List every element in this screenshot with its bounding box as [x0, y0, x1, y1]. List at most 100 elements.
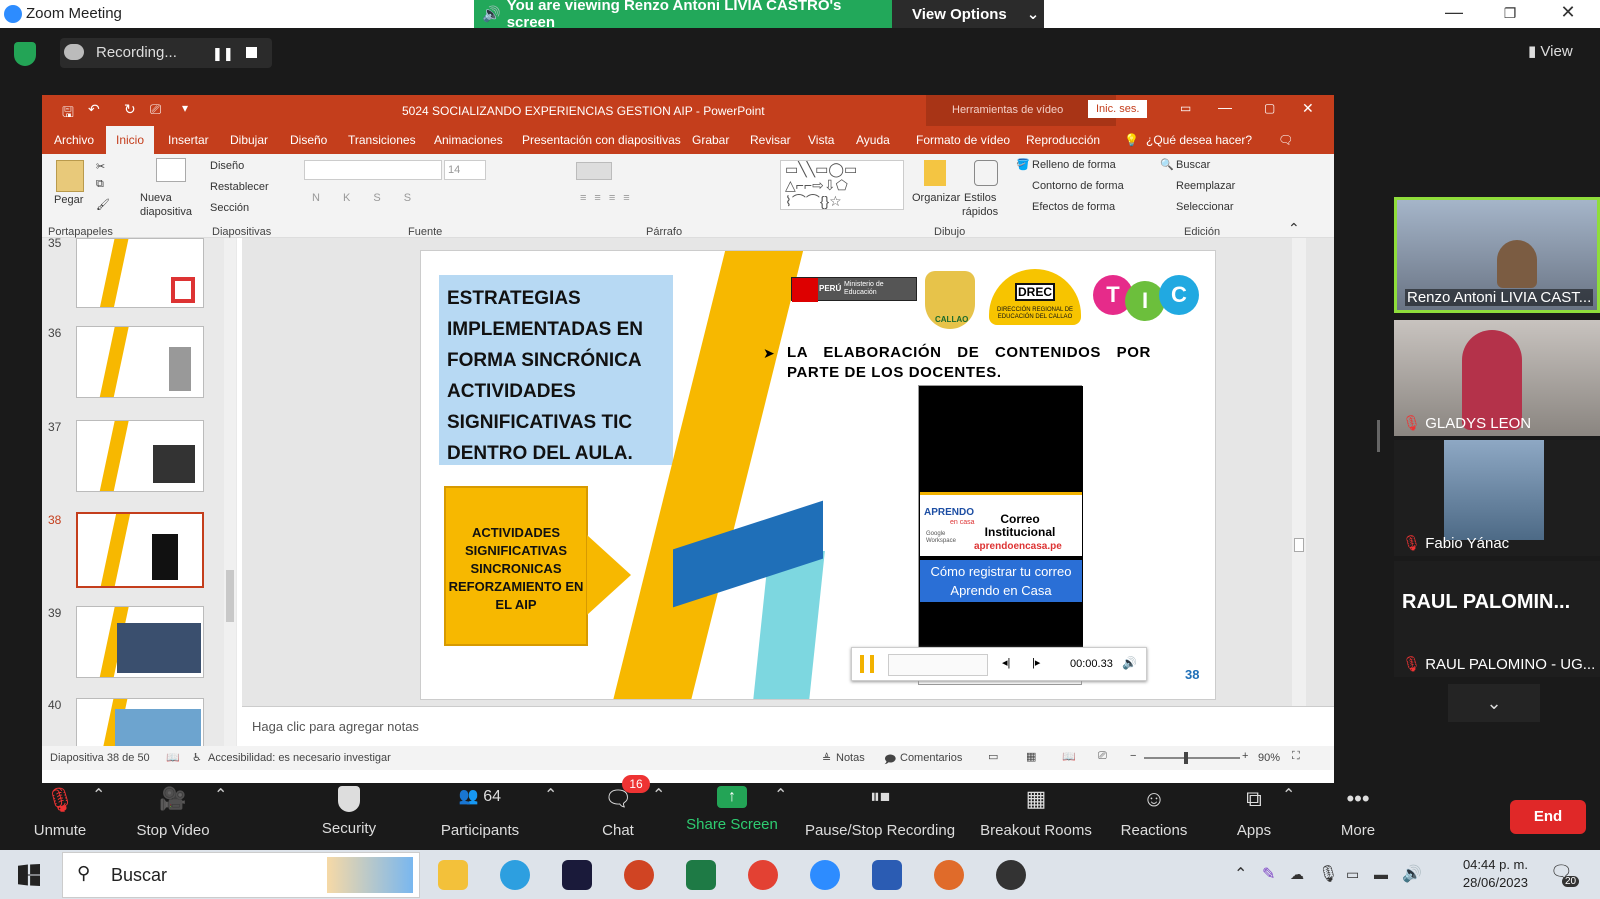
- participant-tile[interactable]: 🎙 Fabio Yánac: [1394, 440, 1600, 556]
- tab-grabar[interactable]: Grabar: [692, 133, 729, 147]
- participant-tile[interactable]: RAUL PALOMIN... 🎙 RAUL PALOMINO - UG...: [1394, 561, 1600, 677]
- signin-button[interactable]: Inic. ses.: [1088, 100, 1148, 118]
- save-icon[interactable]: 🖫: [62, 102, 74, 126]
- undo-icon[interactable]: ↶: [88, 101, 100, 118]
- quick-styles-label-2[interactable]: rápidos: [962, 206, 998, 218]
- slide-thumbnail-36[interactable]: [76, 326, 204, 398]
- find-button[interactable]: Buscar: [1176, 159, 1210, 171]
- pause-recording-icon[interactable]: ❚❚: [212, 46, 234, 62]
- tab-vista[interactable]: Vista: [808, 133, 834, 147]
- reading-view-icon[interactable]: 📖: [1062, 750, 1076, 763]
- apps-options-icon[interactable]: ⌃: [1282, 785, 1295, 805]
- redo-icon[interactable]: ↻: [124, 101, 136, 118]
- scroll-down-button[interactable]: ⌄: [1448, 684, 1540, 722]
- paste-icon[interactable]: [56, 160, 84, 192]
- encryption-shield-icon[interactable]: [14, 42, 36, 66]
- pause-icon[interactable]: [860, 655, 874, 673]
- breakout-rooms-button[interactable]: ▦ Breakout Rooms: [970, 786, 1102, 839]
- quick-styles-icon[interactable]: [974, 160, 998, 186]
- webex-icon[interactable]: [562, 860, 592, 890]
- normal-view-icon[interactable]: ▭: [988, 750, 998, 763]
- align-icons[interactable]: ≡≡≡≡: [580, 192, 638, 204]
- video-progress-bar[interactable]: [888, 654, 988, 676]
- close-icon[interactable]: ✕: [1548, 2, 1588, 26]
- video-options-icon[interactable]: ⌃: [214, 785, 227, 805]
- tab-transiciones[interactable]: Transiciones: [348, 133, 416, 147]
- pause-stop-recording-button[interactable]: ⏸⏹ Pause/Stop Recording: [800, 786, 960, 839]
- layout-button[interactable]: Diseño: [210, 160, 244, 172]
- comments-icon[interactable]: 🗨: [1278, 133, 1293, 147]
- slideshow-view-icon[interactable]: ⎚: [1098, 750, 1107, 763]
- tab-ayuda[interactable]: Ayuda: [856, 133, 890, 147]
- end-meeting-button[interactable]: End: [1510, 800, 1586, 834]
- network-icon[interactable]: ▭: [1346, 866, 1359, 883]
- copy-icon[interactable]: ⧉: [96, 178, 104, 191]
- fit-slide-icon[interactable]: ⛶: [1292, 750, 1300, 763]
- panel-resize-handle[interactable]: [1377, 420, 1380, 452]
- tab-reproduccion[interactable]: Reproducción: [1026, 133, 1100, 147]
- edge-icon[interactable]: [500, 860, 530, 890]
- powerpoint-taskbar-icon[interactable]: [624, 860, 654, 890]
- tab-animaciones[interactable]: Animaciones: [434, 133, 503, 147]
- accessibility-status[interactable]: Accesibilidad: es necesario investigar: [208, 752, 391, 764]
- bullets-icon[interactable]: [576, 162, 612, 180]
- restore-icon[interactable]: ❐: [1490, 5, 1530, 29]
- canvas-scrollbar[interactable]: [1292, 238, 1306, 706]
- ppt-close-icon[interactable]: ✕: [1302, 100, 1314, 117]
- chat-options-icon[interactable]: ⌃: [652, 785, 665, 805]
- new-slide-icon[interactable]: [156, 158, 186, 182]
- tab-insertar[interactable]: Insertar: [168, 133, 209, 147]
- participant-tile[interactable]: Renzo Antoni LIVIA CAST...: [1394, 197, 1600, 313]
- tab-formato-video[interactable]: Formato de vídeo: [916, 133, 1010, 147]
- zoom-slider[interactable]: [1144, 752, 1240, 764]
- minimize-icon[interactable]: —: [1434, 2, 1474, 26]
- shape-outline-button[interactable]: Contorno de forma: [1032, 180, 1124, 192]
- slide-thumbnail-38[interactable]: [76, 512, 204, 588]
- shape-effects-button[interactable]: Efectos de forma: [1032, 201, 1115, 213]
- arrange-label[interactable]: Organizar: [912, 192, 960, 204]
- notes-button[interactable]: Notas: [836, 752, 865, 764]
- stop-recording-icon[interactable]: [246, 47, 257, 58]
- replace-button[interactable]: Reemplazar: [1176, 180, 1235, 192]
- section-button[interactable]: Sección: [210, 202, 249, 214]
- thumbs-scrollbar[interactable]: [224, 238, 236, 761]
- share-options-icon[interactable]: ⌃: [774, 785, 787, 805]
- apps-button[interactable]: ⧉ Apps: [1194, 786, 1314, 839]
- zoom-out-icon[interactable]: −: [1130, 750, 1136, 762]
- quick-styles-label[interactable]: Estilos: [964, 192, 996, 204]
- current-slide[interactable]: ESTRATEGIAS IMPLEMENTADAS EN FORMA SINCR…: [420, 250, 1216, 700]
- slide-thumbnail-35[interactable]: [76, 238, 204, 308]
- ppt-restore-icon[interactable]: ▢: [1264, 101, 1275, 115]
- zoom-taskbar-icon[interactable]: [810, 860, 840, 890]
- chrome-icon[interactable]: [748, 860, 778, 890]
- app-icon-fox[interactable]: [934, 860, 964, 890]
- sorter-view-icon[interactable]: ▦: [1026, 750, 1036, 763]
- battery-icon[interactable]: ▬: [1374, 866, 1388, 882]
- font-size-input[interactable]: 14: [444, 160, 486, 180]
- ppt-minimize-icon[interactable]: —: [1218, 99, 1232, 115]
- media-player-icon[interactable]: [996, 860, 1026, 890]
- onedrive-icon[interactable]: ☁: [1290, 866, 1304, 883]
- tab-dibujar[interactable]: Dibujar: [230, 133, 268, 147]
- spellcheck-icon[interactable]: 📖: [166, 751, 180, 764]
- audio-options-icon[interactable]: ⌃: [92, 785, 105, 805]
- security-button[interactable]: Security: [289, 786, 409, 837]
- select-button[interactable]: Seleccionar: [1176, 201, 1233, 213]
- shape-fill-button[interactable]: Relleno de forma: [1032, 159, 1116, 171]
- video-object[interactable]: APRENDO en casa Google Workspace Correo …: [918, 385, 1083, 685]
- tab-diseno[interactable]: Diseño: [290, 133, 327, 147]
- view-options-button[interactable]: View Options ⌄: [892, 0, 1044, 28]
- clock[interactable]: 04:44 p. m. 28/06/2023: [1436, 856, 1528, 892]
- new-slide-label-2[interactable]: diapositiva: [140, 206, 192, 218]
- taskbar-search[interactable]: ⚲ Buscar: [62, 852, 420, 898]
- zoom-level[interactable]: 90%: [1258, 752, 1280, 764]
- rewind-icon[interactable]: ◂|: [1002, 656, 1010, 669]
- paste-label[interactable]: Pegar: [54, 194, 83, 206]
- forward-icon[interactable]: |▸: [1032, 656, 1040, 669]
- cut-icon[interactable]: ✂: [96, 160, 105, 173]
- slide-thumbnail-39[interactable]: [76, 606, 204, 678]
- zoom-in-icon[interactable]: +: [1242, 750, 1248, 762]
- tab-presentacion[interactable]: Presentación con diapositivas: [522, 133, 681, 147]
- new-slide-label[interactable]: Nueva: [140, 192, 172, 204]
- ribbon-display-icon[interactable]: ▭: [1180, 101, 1191, 115]
